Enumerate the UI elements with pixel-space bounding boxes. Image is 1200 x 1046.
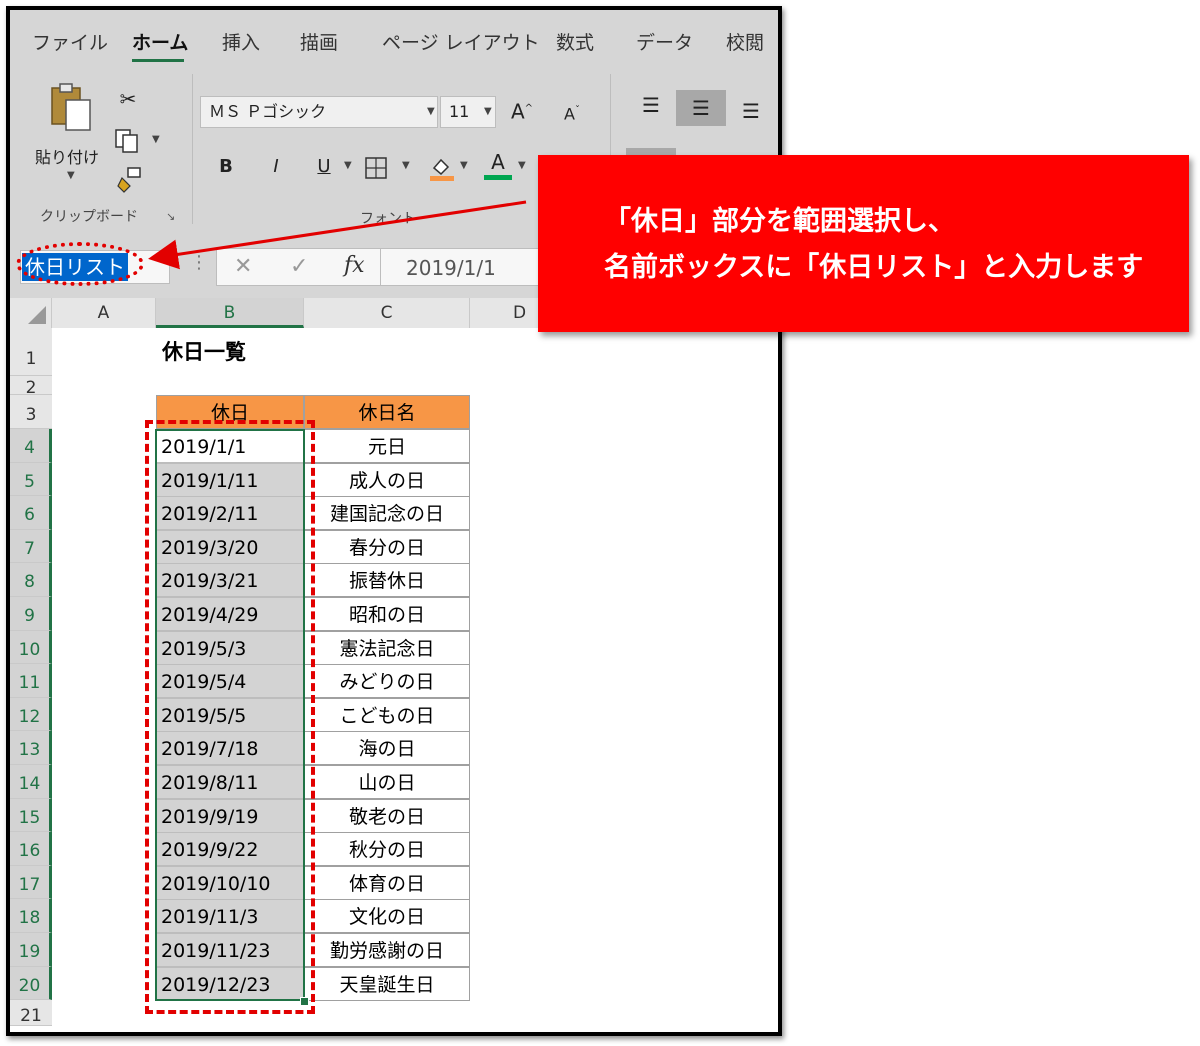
callout-arrow	[148, 200, 527, 270]
